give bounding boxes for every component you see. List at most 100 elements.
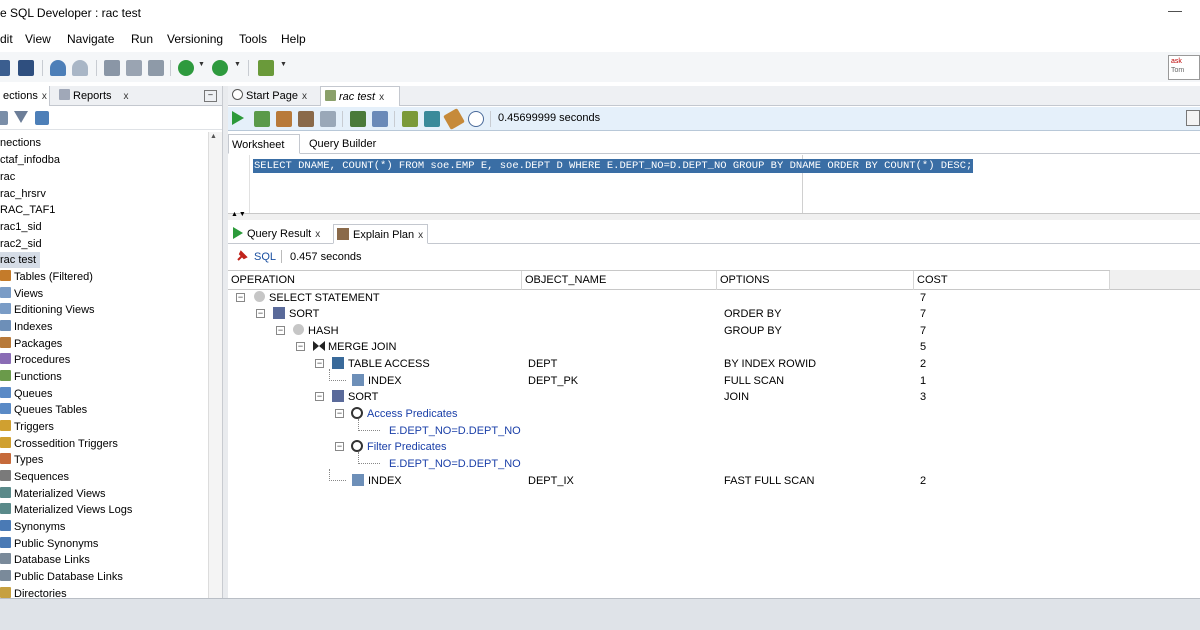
menu-edit[interactable]: dit — [0, 32, 13, 46]
ask-tom-logo[interactable]: ask Tom — [1168, 55, 1200, 80]
run-script-icon[interactable] — [254, 111, 270, 127]
close-icon[interactable]: x — [302, 91, 307, 102]
tab-explain-plan[interactable]: Explain Plan x — [333, 224, 428, 244]
tree-item[interactable]: nections — [0, 135, 41, 151]
back-dropdown-icon[interactable]: ▼ — [198, 61, 205, 68]
schema-browser-icon[interactable] — [35, 111, 49, 125]
forward-icon[interactable] — [212, 60, 228, 76]
tree-item[interactable]: rac1_sid — [0, 219, 42, 235]
connection-dropdown-icon[interactable]: ▼ — [280, 61, 287, 68]
sql-history-icon[interactable] — [402, 111, 418, 127]
tree-item-sequences[interactable]: Sequences — [0, 469, 69, 485]
tree-item-directories[interactable]: Directories — [0, 586, 67, 598]
menu-tools[interactable]: Tools — [239, 32, 267, 46]
collapse-icon[interactable]: − — [315, 392, 324, 401]
cut-icon[interactable] — [104, 60, 120, 76]
plan-row[interactable]: − SORT ORDER BY 7 — [228, 306, 1200, 322]
tree-item[interactable]: rac_hrsrv — [0, 186, 46, 202]
tab-worksheet[interactable]: Worksheet — [228, 134, 300, 154]
tree-item-procedures[interactable]: Procedures — [0, 352, 70, 368]
tab-rac-test[interactable]: rac test x — [320, 86, 400, 106]
plan-row[interactable]: INDEX DEPT_PK FULL SCAN 1 — [228, 369, 1200, 389]
sql-statement[interactable]: SELECT DNAME, COUNT(*) FROM soe.EMP E, s… — [253, 159, 974, 173]
tab-query-builder[interactable]: Query Builder — [306, 134, 379, 154]
save-icon[interactable] — [0, 60, 10, 76]
paste-icon[interactable] — [148, 60, 164, 76]
tree-item-synonyms[interactable]: Synonyms — [0, 519, 65, 535]
connection-icon[interactable] — [258, 60, 274, 76]
tree-item-types[interactable]: Types — [0, 452, 43, 468]
save-all-icon[interactable] — [18, 60, 34, 76]
format-icon[interactable] — [424, 111, 440, 127]
minimize-button[interactable]: — — [1168, 2, 1182, 18]
collapse-icon[interactable]: − — [276, 326, 285, 335]
panel-toggle-icon[interactable] — [1186, 110, 1200, 126]
refresh-icon[interactable] — [0, 111, 8, 125]
rollback-icon[interactable] — [372, 111, 388, 127]
back-icon[interactable] — [178, 60, 194, 76]
tuning-advisor-icon[interactable] — [320, 111, 336, 127]
plan-row[interactable]: INDEX DEPT_IX FAST FULL SCAN 2 — [228, 469, 1200, 489]
tree-item-queues[interactable]: Queues — [0, 386, 53, 402]
tree-item-materialized-views-logs[interactable]: Materialized Views Logs — [0, 502, 132, 518]
tree-item[interactable]: rac2_sid — [0, 236, 42, 252]
tree-item[interactable]: RAC_TAF1 — [0, 202, 55, 218]
stopwatch-icon[interactable] — [468, 111, 484, 127]
tree-item-crossedition-triggers[interactable]: Crossedition Triggers — [0, 436, 118, 452]
tab-connections[interactable]: ections x — [0, 86, 50, 106]
run-statement-icon[interactable] — [232, 111, 244, 125]
tree-item-selected[interactable]: rac test — [0, 252, 40, 268]
explain-plan-icon[interactable] — [298, 111, 314, 127]
scroll-up-icon[interactable]: ▲ — [210, 133, 217, 140]
plan-row[interactable]: E.DEPT_NO=D.DEPT_NO — [228, 419, 1200, 439]
column-header-cost[interactable]: COST — [914, 271, 1110, 290]
close-icon[interactable]: x — [315, 229, 320, 240]
close-icon[interactable]: x — [418, 230, 423, 241]
pin-icon[interactable] — [236, 250, 248, 262]
tree-item-materialized-views[interactable]: Materialized Views — [0, 486, 106, 502]
tree-item-public-synonyms[interactable]: Public Synonyms — [0, 536, 98, 552]
tree-item-database-links[interactable]: Database Links — [0, 552, 90, 568]
close-icon[interactable]: x — [124, 91, 129, 102]
tab-query-result[interactable]: Query Result x — [230, 224, 330, 244]
tree-item-indexes[interactable]: Indexes — [0, 319, 53, 335]
forward-dropdown-icon[interactable]: ▼ — [234, 61, 241, 68]
plan-row[interactable]: − SORT JOIN 3 — [228, 389, 1200, 405]
tree-item-packages[interactable]: Packages — [0, 336, 62, 352]
plan-row[interactable]: E.DEPT_NO=D.DEPT_NO — [228, 452, 1200, 472]
collapse-icon[interactable]: − — [296, 342, 305, 351]
menu-help[interactable]: Help — [281, 32, 306, 46]
menu-run[interactable]: Run — [131, 32, 153, 46]
plan-row[interactable]: − MERGE JOIN 5 — [228, 339, 1200, 355]
plan-row[interactable]: − SELECT STATEMENT 7 — [228, 291, 1200, 306]
tree-item-queues-tables[interactable]: Queues Tables — [0, 402, 87, 418]
clear-icon[interactable] — [443, 108, 465, 130]
tree-item-triggers[interactable]: Triggers — [0, 419, 54, 435]
tree-item-public-database-links[interactable]: Public Database Links — [0, 569, 123, 585]
tab-reports[interactable]: Reports x — [56, 86, 129, 106]
menu-versioning[interactable]: Versioning — [167, 32, 223, 46]
tree-item-functions[interactable]: Functions — [0, 369, 62, 385]
tree-item-editioning-views[interactable]: Editioning Views — [0, 302, 95, 318]
tree-item[interactable]: ctaf_infodba — [0, 152, 60, 168]
splitter-arrows-icon[interactable]: ▲▼ — [231, 211, 247, 218]
tree-item-views[interactable]: Views — [0, 286, 43, 302]
undo-icon[interactable] — [50, 60, 66, 76]
menu-view[interactable]: View — [25, 32, 51, 46]
close-icon[interactable]: x — [42, 91, 47, 102]
collapse-icon[interactable]: − — [335, 442, 344, 451]
collapse-icon[interactable]: − — [315, 359, 324, 368]
autotrace-icon[interactable] — [276, 111, 292, 127]
close-icon[interactable]: x — [379, 92, 384, 103]
column-header-object-name[interactable]: OBJECT_NAME — [522, 271, 717, 290]
tree-scrollbar[interactable] — [208, 132, 222, 598]
redo-icon[interactable] — [72, 60, 88, 76]
sql-link[interactable]: SQL — [254, 251, 276, 263]
column-header-operation[interactable]: OPERATION — [228, 271, 522, 290]
plan-row[interactable]: − TABLE ACCESS DEPT BY INDEX ROWID 2 — [228, 356, 1200, 372]
tab-start-page[interactable]: Start Page x — [228, 86, 318, 106]
collapse-icon[interactable]: − — [335, 409, 344, 418]
copy-icon[interactable] — [126, 60, 142, 76]
filter-icon[interactable] — [14, 111, 28, 125]
plan-row[interactable]: − HASH GROUP BY 7 — [228, 323, 1200, 339]
